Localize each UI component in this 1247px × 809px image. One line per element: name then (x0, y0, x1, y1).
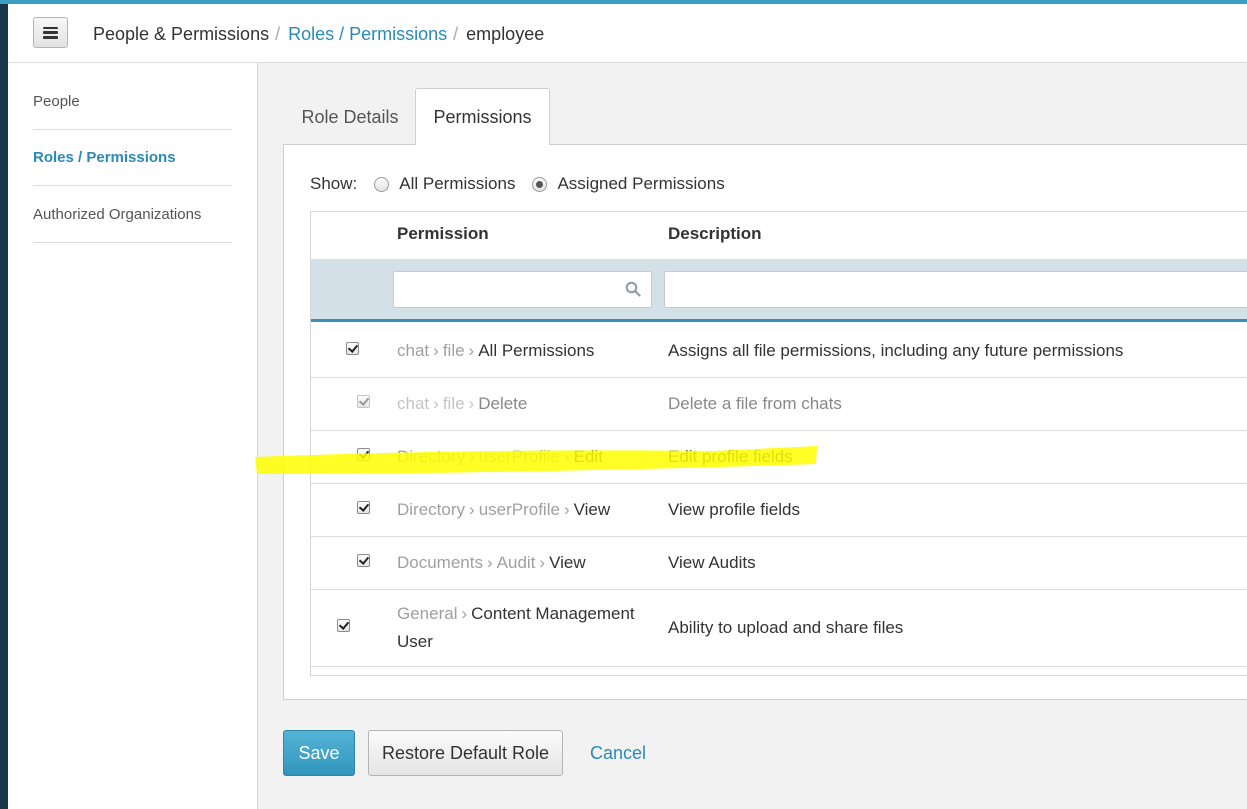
table-row: General › Content Management User Ability … (311, 590, 1247, 667)
permission-name: Delete (478, 394, 528, 413)
path-segment: Directory (397, 447, 466, 466)
table-row: chat › file › All Permissions Assigns all fi… (311, 325, 1247, 378)
sidebar: People Roles / Permissions Authorized Or… (8, 63, 258, 809)
tab-role-details[interactable]: Role Details (288, 89, 412, 145)
main-content: Role Details Permissions Show: All Permi… (258, 63, 1247, 809)
sidebar-item-roles-permissions[interactable]: Roles / Permissions (33, 129, 232, 186)
path-segment: chat (397, 341, 430, 360)
sidebar-item-authorized-organizations[interactable]: Authorized Organizations (33, 186, 232, 243)
breadcrumb-separator: / (453, 24, 459, 44)
description-filter-input[interactable] (665, 272, 1247, 307)
filter-row (311, 259, 1247, 322)
table-row: chat › file › Delete Delete a file from chat… (311, 378, 1247, 431)
permission-name: All Permissions (478, 341, 595, 360)
sidebar-item-people[interactable]: People (33, 73, 232, 130)
breadcrumb-current-role: employee (466, 24, 545, 44)
permission-description: Assigns all file permissions, including … (668, 341, 1124, 360)
table-row: Directory › userProfile › Edit Edit profile … (311, 431, 1247, 484)
tab-permissions[interactable]: Permissions (415, 88, 550, 145)
path-segment: General (397, 604, 458, 623)
chevron-right-icon: › (461, 604, 468, 623)
assigned-permissions-label[interactable]: Assigned Permissions (557, 174, 724, 194)
chevron-right-icon: › (486, 553, 493, 572)
permission-name: View (549, 553, 586, 572)
path-segment: userProfile (478, 500, 560, 519)
permission-description: View profile fields (668, 500, 800, 519)
column-header-permission[interactable]: Permission (397, 224, 489, 244)
permission-path: Documents › Audit › View (397, 549, 657, 577)
path-segment: file (442, 341, 465, 360)
search-icon[interactable] (625, 281, 641, 297)
breadcrumb: People & Permissions / Roles / Permissio… (93, 24, 544, 45)
show-label: Show: (310, 174, 358, 193)
permission-name: View (573, 500, 611, 519)
table-row: Directory › userProfile › View View profile … (311, 484, 1247, 537)
restore-default-role-button[interactable]: Restore Default Role (368, 730, 563, 776)
path-segment: file (442, 394, 465, 413)
show-filter: Show: All Permissions Assigned Permissio… (310, 174, 742, 194)
chevron-right-icon: › (469, 500, 475, 519)
permission-description: View Audits (668, 553, 756, 572)
path-segment: Directory (397, 500, 466, 519)
path-segment: chat (397, 394, 430, 413)
permission-description: Edit profile fields (668, 447, 793, 466)
chevron-right-icon: › (563, 447, 570, 466)
permission-path: Directory › userProfile › View (397, 496, 657, 524)
permission-checkbox[interactable] (357, 554, 370, 567)
permission-filter-input[interactable] (394, 272, 651, 307)
chevron-right-icon: › (539, 553, 546, 572)
chevron-right-icon: › (469, 447, 475, 466)
permission-filter-field (393, 271, 652, 308)
breadcrumb-roles-permissions[interactable]: Roles / Permissions (288, 24, 447, 45)
chevron-right-icon: › (433, 341, 439, 360)
header: People & Permissions / Roles / Permissio… (8, 4, 1247, 63)
permission-name: Edit (573, 447, 603, 466)
permission-checkbox[interactable] (357, 448, 370, 461)
permission-checkbox[interactable] (346, 342, 359, 355)
description-filter-field (664, 271, 1247, 308)
chevron-right-icon: › (563, 500, 570, 519)
path-segment: Documents (397, 553, 483, 572)
save-button[interactable]: Save (283, 730, 355, 776)
menu-button[interactable] (33, 17, 68, 48)
permissions-panel: Show: All Permissions Assigned Permissio… (283, 144, 1247, 700)
table-row: Documents › Audit › View View Audits (311, 537, 1247, 590)
permission-description: Delete a file from chats (668, 394, 842, 413)
all-permissions-label[interactable]: All Permissions (399, 174, 515, 194)
permission-checkbox[interactable] (337, 619, 350, 632)
permission-path: chat › file › Delete (397, 390, 657, 418)
permission-path: Directory › userProfile › Edit (397, 443, 657, 471)
permissions-table: Permission Description chat › file › All… (310, 211, 1247, 676)
permission-description: Ability to upload and share files (668, 618, 904, 637)
chevron-right-icon: › (468, 341, 475, 360)
permission-checkbox[interactable] (357, 501, 370, 514)
chevron-right-icon: › (468, 394, 475, 413)
permission-checkbox (357, 395, 370, 408)
breadcrumb-separator: / (275, 24, 281, 44)
table-header: Permission Description (311, 212, 1247, 259)
path-segment: Audit (496, 553, 536, 572)
permission-path: chat › file › All Permissions (397, 337, 657, 365)
all-permissions-radio[interactable] (374, 176, 390, 192)
assigned-permissions-radio[interactable] (532, 176, 548, 192)
chevron-right-icon: › (433, 394, 439, 413)
column-header-description[interactable]: Description (668, 224, 762, 244)
path-segment: userProfile (478, 447, 560, 466)
hamburger-menu-icon (43, 26, 58, 39)
breadcrumb-people-permissions: People & Permissions (93, 24, 270, 44)
left-accent-bar (0, 4, 8, 809)
cancel-button[interactable]: Cancel (578, 730, 658, 776)
permission-path: General › Content Management User (397, 600, 657, 656)
